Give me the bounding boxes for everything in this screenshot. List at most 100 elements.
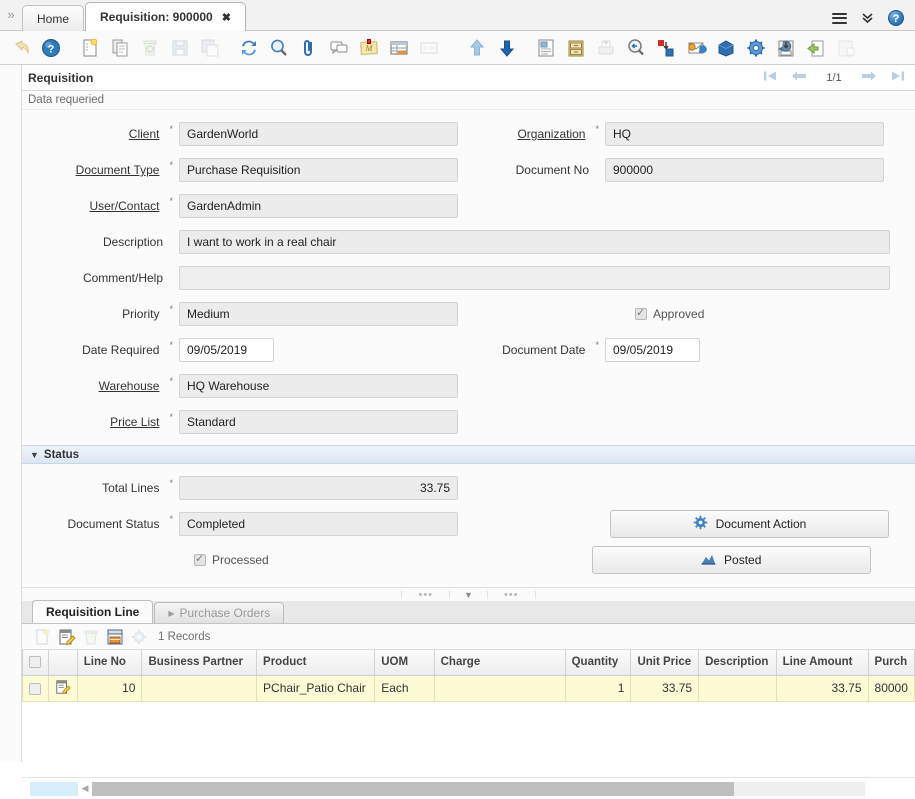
scrollbar-thumb[interactable]	[92, 781, 734, 796]
print-icon[interactable]	[591, 33, 621, 63]
grid-header-description[interactable]: Description	[698, 650, 777, 676]
cell-uom[interactable]: Each	[374, 674, 435, 702]
field-description[interactable]: I want to work in a real chair	[179, 230, 890, 254]
edit-row-icon[interactable]	[55, 679, 71, 698]
chevron-double-down-icon[interactable]	[861, 12, 874, 25]
process-icon[interactable]	[128, 626, 150, 648]
tab-requisition-line[interactable]: Requisition Line	[32, 600, 154, 623]
report-icon[interactable]	[531, 33, 561, 63]
field-user-contact[interactable]: GardenAdmin	[179, 194, 458, 218]
edit-row-icon[interactable]	[56, 626, 78, 648]
exit-icon[interactable]	[801, 33, 831, 63]
splitter-left-handle[interactable]: •••	[401, 589, 451, 600]
archive-icon[interactable]	[561, 33, 591, 63]
field-document-status[interactable]: Completed	[179, 512, 458, 536]
grid-header-line-no[interactable]: Line No	[76, 650, 143, 676]
help-icon[interactable]: ?	[36, 33, 66, 63]
menu-icon[interactable]	[832, 10, 847, 26]
field-comment-help[interactable]	[179, 266, 890, 290]
scrollbar-track[interactable]	[92, 781, 865, 796]
collapse-triangle-icon[interactable]: ▼	[30, 450, 39, 460]
checkbox-approved[interactable]: Approved	[635, 306, 704, 321]
select-all-checkbox[interactable]	[29, 656, 41, 669]
field-total-lines[interactable]: 33.75	[179, 476, 458, 500]
grid-header-unit-price[interactable]: Unit Price	[630, 650, 700, 676]
tab-purchase-orders[interactable]: ▶ Purchase Orders	[154, 602, 285, 623]
product-info-icon[interactable]	[711, 33, 741, 63]
field-price-list[interactable]: Standard	[179, 410, 458, 434]
detail-record-icon[interactable]	[492, 33, 522, 63]
field-priority[interactable]: Medium	[179, 302, 458, 326]
row-edit-cell[interactable]	[47, 674, 78, 702]
multi-select-icon[interactable]	[414, 33, 444, 63]
close-icon[interactable]: ✖	[222, 11, 231, 24]
undo-icon[interactable]	[6, 33, 36, 63]
chat-icon[interactable]	[324, 33, 354, 63]
refresh-icon[interactable]	[234, 33, 264, 63]
grid-header-business-partner[interactable]: Business Partner	[141, 650, 258, 676]
field-client[interactable]: GardenWorld	[179, 122, 458, 146]
find-icon[interactable]	[264, 33, 294, 63]
new-row-icon[interactable]	[32, 626, 54, 648]
cell-business-partner[interactable]	[141, 674, 258, 702]
first-record-icon[interactable]	[763, 70, 777, 85]
grid-toggle-icon[interactable]	[384, 33, 414, 63]
field-warehouse[interactable]: HQ Warehouse	[179, 374, 458, 398]
cell-purchase[interactable]: 80000	[867, 674, 915, 702]
collapse-menu-icon[interactable]: »	[0, 0, 22, 30]
field-document-type[interactable]: Purchase Requisition	[179, 158, 458, 182]
cell-line-amount[interactable]: 33.75	[775, 674, 869, 702]
grid-header-uom[interactable]: UOM	[374, 650, 435, 676]
scroll-left-icon[interactable]: ◀	[78, 783, 92, 794]
cell-charge[interactable]	[433, 674, 566, 702]
posted-button[interactable]: Posted	[591, 546, 871, 574]
cell-description[interactable]	[698, 674, 777, 702]
save-row-icon[interactable]	[104, 626, 126, 648]
checkbox-processed-box[interactable]	[194, 552, 206, 566]
grid-header-purchase[interactable]: Purch	[867, 650, 915, 676]
horizontal-scrollbar[interactable]: ◀	[22, 777, 915, 799]
save-create-new-icon[interactable]	[195, 33, 225, 63]
document-action-button[interactable]: Document Action	[610, 510, 889, 538]
last-record-icon[interactable]	[891, 70, 905, 85]
copy-record-icon[interactable]	[105, 33, 135, 63]
panel-splitter[interactable]: ••• ▼ •••	[22, 587, 915, 601]
post-it-note-icon[interactable]: M	[354, 33, 384, 63]
status-group-header[interactable]: ▼ Status	[22, 445, 915, 464]
tab-requisition[interactable]: Requisition: 900000 ✖	[85, 2, 246, 31]
table-row[interactable]: 10 PChair_Patio Chair Each 1 33.75 33.75…	[22, 674, 915, 702]
delete-row-icon[interactable]	[80, 626, 102, 648]
checkbox-processed[interactable]: Processed	[194, 552, 269, 567]
grid-header-product[interactable]: Product	[256, 650, 376, 676]
email-icon[interactable]	[681, 33, 711, 63]
cell-unit-price[interactable]: 33.75	[630, 674, 700, 702]
checkbox-approved-box[interactable]	[635, 306, 647, 320]
tab-home[interactable]: Home	[22, 5, 85, 31]
export-icon[interactable]	[651, 33, 681, 63]
previous-record-icon[interactable]	[791, 70, 807, 85]
splitter-collapse-icon[interactable]: ▼	[450, 590, 487, 600]
row-select-checkbox-cell[interactable]	[22, 674, 49, 702]
save-icon[interactable]	[165, 33, 195, 63]
help-icon[interactable]: ?	[888, 10, 904, 26]
grid-header-charge[interactable]: Charge	[433, 650, 566, 676]
splitter-right-handle[interactable]: •••	[486, 589, 536, 600]
field-document-date[interactable]: 09/05/2019	[605, 338, 700, 362]
print-preview-icon[interactable]	[621, 33, 651, 63]
parent-record-icon[interactable]	[462, 33, 492, 63]
grid-header-line-amount[interactable]: Line Amount	[775, 650, 869, 676]
cell-line-no[interactable]: 10	[76, 674, 143, 702]
field-document-no[interactable]: 900000	[605, 158, 884, 182]
archive-document-icon[interactable]	[771, 33, 801, 63]
field-organization[interactable]: HQ	[605, 122, 884, 146]
cell-quantity[interactable]: 1	[564, 674, 632, 702]
end-icon[interactable]	[831, 33, 861, 63]
cell-product[interactable]: PChair_Patio Chair	[256, 674, 376, 702]
grid-header-quantity[interactable]: Quantity	[564, 650, 632, 676]
next-record-icon[interactable]	[861, 70, 877, 85]
grid-header-select-all[interactable]	[22, 650, 49, 676]
attachment-icon[interactable]	[294, 33, 324, 63]
new-record-icon[interactable]	[75, 33, 105, 63]
delete-record-icon[interactable]	[135, 33, 165, 63]
row-select-checkbox[interactable]	[29, 682, 41, 695]
